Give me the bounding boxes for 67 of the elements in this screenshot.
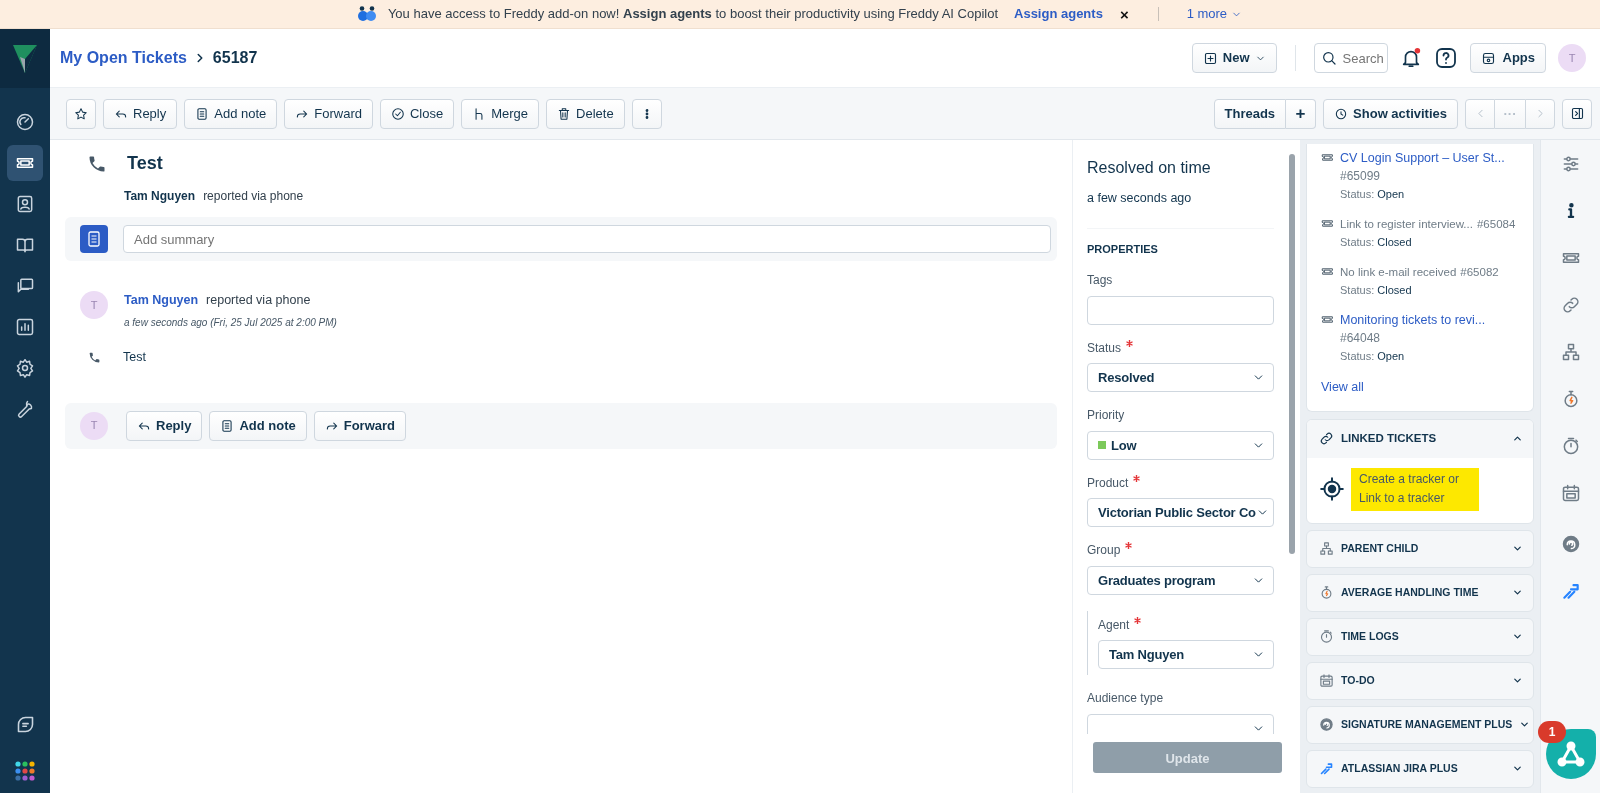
- forward-button[interactable]: Forward: [284, 98, 373, 129]
- note-button[interactable]: Add note: [209, 410, 307, 441]
- forward-button[interactable]: Forward: [313, 410, 407, 441]
- show-activities-button[interactable]: Show activities: [1323, 98, 1458, 129]
- timestamp: a few seconds ago (Fri, 25 Jul 2025 at 2:00 PM): [124, 315, 337, 330]
- app-section[interactable]: SIGNATURE MANAGEMENT PLUS: [1306, 705, 1534, 744]
- view-all-link[interactable]: View all: [1321, 380, 1364, 394]
- close-button[interactable]: ×: [1118, 5, 1130, 23]
- sla-status: Resolved on time: [1087, 158, 1212, 178]
- ticket-status: Status: Closed: [1340, 283, 1413, 298]
- field-label: Audience type: [1087, 690, 1164, 708]
- ticket-status: Status: Closed: [1340, 235, 1413, 250]
- ticket-link[interactable]: CV Login Support – User St...: [1340, 151, 1505, 165]
- add-thread-button[interactable]: +: [1286, 98, 1317, 129]
- note-button[interactable]: Add note: [184, 98, 278, 129]
- field-label: Product: [1087, 474, 1129, 492]
- ticket-link[interactable]: Monitoring tickets to revi...: [1340, 313, 1486, 327]
- select-field[interactable]: Low: [1087, 430, 1274, 460]
- field-label: Agent: [1098, 616, 1130, 634]
- section-title[interactable]: LINKED TICKETS: [1341, 430, 1437, 448]
- reported-via: reported via phone: [206, 292, 311, 309]
- ticket-title[interactable]: Link to register interview...: [1340, 215, 1473, 233]
- select-field[interactable]: Resolved: [1087, 363, 1274, 393]
- reporter-name: Tam Nguyen: [124, 188, 196, 205]
- ticket-status: Status: Open: [1340, 187, 1406, 202]
- banner-message: You have access to Freddy add-on now! Assign agents to boost their productivity using Freddy AI Copilot: [387, 5, 998, 24]
- user-avatar: T: [80, 411, 108, 440]
- search-field[interactable]: Search: [1313, 43, 1388, 73]
- more-link[interactable]: 1 more: [1186, 4, 1243, 24]
- user-avatar: T: [80, 291, 108, 319]
- field-label: Priority: [1087, 407, 1125, 425]
- ticket-number: #65084: [1476, 217, 1516, 232]
- app-section[interactable]: ATLASSIAN JIRA PLUS: [1306, 749, 1534, 788]
- summary-field[interactable]: Add summary: [123, 225, 1051, 253]
- field-label: Group: [1087, 542, 1121, 560]
- ticket-title[interactable]: No link e-mail received: [1340, 263, 1457, 281]
- app-section[interactable]: PARENT CHILD: [1306, 529, 1534, 568]
- select-field[interactable]: Tam Nguyen: [1098, 640, 1274, 670]
- reply-button[interactable]: Reply: [126, 410, 203, 441]
- merge-button[interactable]: Merge: [461, 98, 540, 129]
- apps-button[interactable]: Apps: [1469, 43, 1546, 73]
- app-section[interactable]: AVERAGE HANDLING TIME: [1306, 573, 1534, 612]
- breadcrumb-link[interactable]: My Open Tickets: [60, 46, 187, 70]
- ticket-number: #65099: [1340, 168, 1382, 185]
- field-label: Tags: [1087, 272, 1113, 290]
- field-label: Status: [1087, 339, 1122, 357]
- select-field[interactable]: Victorian Public Sector Co: [1087, 498, 1274, 528]
- new-button[interactable]: New: [1191, 43, 1277, 73]
- check-circle-button[interactable]: Close: [380, 98, 455, 129]
- author-link[interactable]: Tam Nguyen: [124, 291, 199, 310]
- select-field[interactable]: Graduates program: [1087, 565, 1274, 595]
- properties-heading: PROPERTIES: [1087, 241, 1159, 257]
- banner-link[interactable]: Assign agents: [1014, 4, 1103, 24]
- ticket-status: Status: Open: [1340, 349, 1406, 364]
- app-section[interactable]: TIME LOGS: [1306, 617, 1534, 656]
- reply-button[interactable]: Reply: [103, 98, 178, 129]
- threads-button[interactable]: Threads: [1213, 98, 1287, 129]
- ticket-number: #64048: [1340, 330, 1382, 347]
- ticket-number: #65082: [1460, 265, 1499, 280]
- message-body: Test: [123, 348, 146, 366]
- ticket-title: Test: [127, 152, 163, 175]
- reported-via: reported via phone: [203, 188, 304, 205]
- tracker-link[interactable]: Create a tracker or Link to a tracker: [1351, 467, 1479, 511]
- app-section[interactable]: TO-DO: [1306, 661, 1534, 700]
- ticket-id: 65187: [212, 48, 258, 68]
- trash-button[interactable]: Delete: [546, 98, 625, 129]
- sla-time: a few seconds ago: [1087, 190, 1193, 207]
